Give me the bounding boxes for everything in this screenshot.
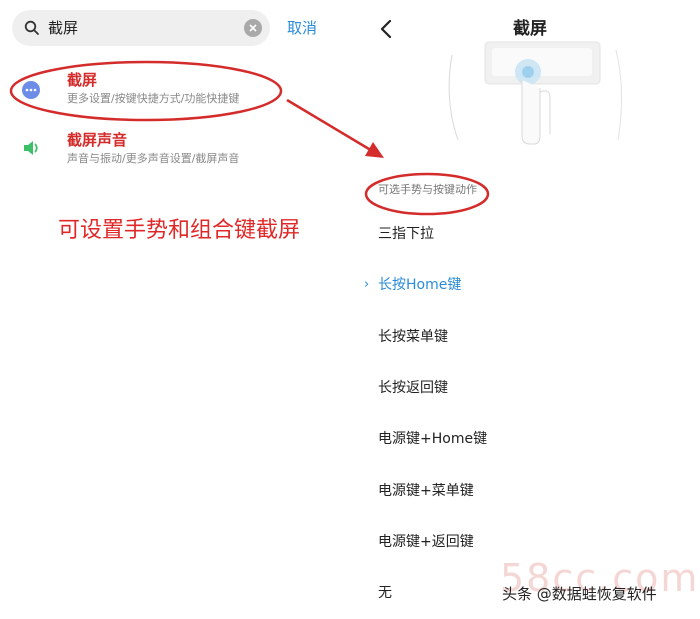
option-item[interactable]: 电源键+返回键 bbox=[378, 532, 474, 552]
selected-chevron-icon: › bbox=[364, 277, 370, 292]
annotation-text: 可设置手势和组合键截屏 bbox=[58, 218, 301, 243]
watermark-text: 头条 @数据蛙恢复软件 bbox=[502, 585, 657, 603]
option-item[interactable]: 电源键+菜单键 bbox=[378, 481, 474, 501]
option-item[interactable]: 电源键+Home键 bbox=[378, 429, 487, 449]
option-item[interactable]: 三指下拉 bbox=[378, 224, 434, 244]
option-item[interactable]: 长按返回键 bbox=[378, 378, 448, 398]
option-item[interactable]: 长按菜单键 bbox=[378, 327, 448, 347]
back-icon[interactable] bbox=[378, 18, 396, 40]
section-header: 可选手势与按键动作 bbox=[378, 183, 477, 196]
page-title: 截屏 bbox=[513, 19, 547, 39]
gesture-illustration bbox=[448, 41, 623, 145]
option-item[interactable]: 长按Home键 bbox=[378, 275, 461, 295]
option-item[interactable]: 无 bbox=[378, 583, 392, 603]
